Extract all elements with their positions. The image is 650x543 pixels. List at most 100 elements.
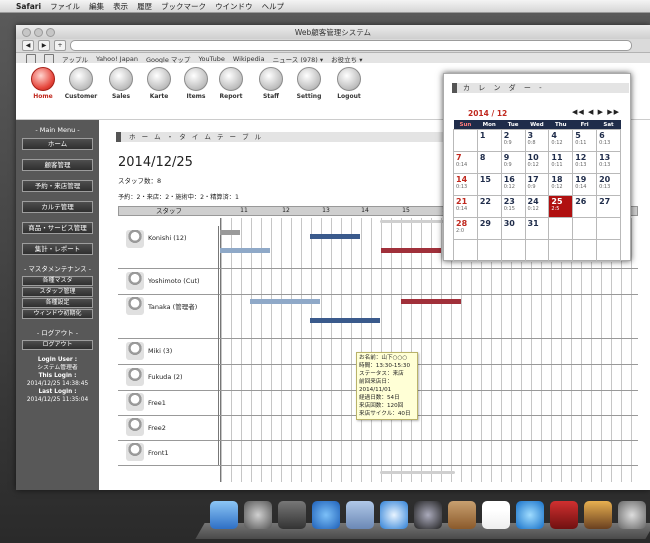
photo-booth-icon[interactable] xyxy=(550,501,578,529)
menu-file[interactable]: ファイル xyxy=(50,1,80,12)
menu-window[interactable]: ウインドウ xyxy=(215,1,253,12)
calendar-day[interactable]: 31 xyxy=(524,217,550,240)
nav-sales[interactable]: Sales xyxy=(104,67,138,100)
calendar-day[interactable]: 10 0:12 xyxy=(524,151,550,174)
calendar-day[interactable]: 8 xyxy=(476,151,502,174)
menu-home-button[interactable]: ホーム xyxy=(22,138,93,150)
menu-view[interactable]: 表示 xyxy=(113,1,128,12)
nav-items[interactable]: Items xyxy=(179,67,213,100)
menu-customer-button[interactable]: 顧客管理 xyxy=(22,159,93,171)
bookmark-useful[interactable]: お役立ち ▾ xyxy=(331,54,362,64)
calendar-day[interactable]: 21 0:14 xyxy=(453,195,478,218)
calendar-day[interactable]: 24 0:12 xyxy=(524,195,550,218)
calendar-day[interactable]: 7 0:14 xyxy=(453,151,478,174)
settings-button[interactable]: 各種設定 xyxy=(22,298,93,308)
appointment-bar[interactable] xyxy=(310,318,380,323)
master-button[interactable]: 各種マスタ xyxy=(22,276,93,286)
calendar-day[interactable]: 17 0:9 xyxy=(524,173,550,196)
menu-bookmarks[interactable]: ブックマーク xyxy=(161,1,206,12)
nav-customer[interactable]: Customer xyxy=(64,67,98,100)
address-bar[interactable] xyxy=(70,40,632,51)
calendar-day[interactable]: 22 xyxy=(476,195,502,218)
calendar-day[interactable]: 20 0:13 xyxy=(596,173,621,196)
staff-name[interactable]: Tanaka (管理者) xyxy=(148,301,197,311)
appointment-bar[interactable] xyxy=(220,230,240,235)
staff-manage-button[interactable]: スタッフ管理 xyxy=(22,287,93,297)
menu-history[interactable]: 履歴 xyxy=(137,1,152,12)
bookmark-apple[interactable]: アップル xyxy=(62,54,88,64)
nav-logout[interactable]: Logout xyxy=(332,67,366,100)
appointment-bar[interactable] xyxy=(220,248,270,253)
iphoto-icon[interactable] xyxy=(584,501,612,529)
calendar-day[interactable]: 4 0:12 xyxy=(548,129,574,152)
staff-name[interactable]: Free2 xyxy=(148,424,166,432)
menu-karte-button[interactable]: カルテ管理 xyxy=(22,201,93,213)
system-preferences-icon[interactable] xyxy=(618,501,646,529)
calendar-day[interactable]: 15 xyxy=(476,173,502,196)
staff-name[interactable]: Free1 xyxy=(148,399,166,407)
calendar-day[interactable]: 11 0:11 xyxy=(548,151,574,174)
menubar-app-name[interactable]: Safari xyxy=(16,2,41,11)
nav-staff[interactable]: Staff xyxy=(254,67,288,100)
launchpad-icon[interactable] xyxy=(244,501,272,529)
back-button[interactable]: ◀ xyxy=(22,40,34,51)
calendar-day[interactable]: 30 xyxy=(500,217,526,240)
menu-edit[interactable]: 編集 xyxy=(89,1,104,12)
bookmark-youtube[interactable]: YouTube xyxy=(198,55,224,63)
nav-home[interactable]: Home xyxy=(26,67,60,100)
staff-name[interactable]: Yoshimoto (Cut) xyxy=(148,277,200,285)
calendar-day[interactable]: 1 xyxy=(476,129,502,152)
calendar-day[interactable]: 2 0:9 xyxy=(500,129,526,152)
menu-report-button[interactable]: 集計・レポート xyxy=(22,243,93,255)
add-bookmark-button[interactable]: + xyxy=(54,40,66,51)
safari-icon[interactable] xyxy=(380,501,408,529)
appointment-bar[interactable] xyxy=(401,299,461,304)
menu-items-button[interactable]: 商品・サービス管理 xyxy=(22,222,93,234)
calendar-app-icon[interactable] xyxy=(482,501,510,529)
timetable-bottom-scrollbar[interactable] xyxy=(380,471,455,474)
calendar-day[interactable]: 14 0:13 xyxy=(453,173,478,196)
appointment-bar[interactable] xyxy=(381,248,441,253)
calendar-day[interactable]: 12 0:13 xyxy=(572,151,598,174)
app-store-icon[interactable] xyxy=(312,501,340,529)
calendar-day[interactable]: 9 0:9 xyxy=(500,151,526,174)
bookmark-google-maps[interactable]: Google マップ xyxy=(146,54,191,64)
appointment-bar[interactable] xyxy=(310,234,360,239)
calendar-day[interactable]: 5 0:11 xyxy=(572,129,598,152)
facetime-icon[interactable] xyxy=(414,501,442,529)
staff-name[interactable]: Miki (3) xyxy=(148,347,172,355)
calendar-day[interactable]: 28 2:0 xyxy=(453,217,478,240)
reading-list-icon[interactable] xyxy=(26,53,36,64)
calendar-day[interactable]: 26 xyxy=(572,195,598,218)
calendar-nav[interactable]: ◀◀ ◀ ▶ ▶▶ xyxy=(572,108,620,116)
calendar-day[interactable]: 19 0:14 xyxy=(572,173,598,196)
calendar-day[interactable]: 23 0:15 xyxy=(500,195,526,218)
appointment-bar[interactable] xyxy=(250,299,320,304)
staff-name[interactable]: Front1 xyxy=(148,449,169,457)
calendar-day[interactable]: 6 0:13 xyxy=(596,129,621,152)
calendar-day[interactable]: 29 xyxy=(476,217,502,240)
contacts-icon[interactable] xyxy=(448,501,476,529)
calendar-day[interactable]: 18 0:12 xyxy=(548,173,574,196)
calendar-day[interactable]: 13 0:13 xyxy=(596,151,621,174)
calendar-day[interactable]: 3 0:8 xyxy=(524,129,550,152)
calendar-day[interactable]: 16 0:12 xyxy=(500,173,526,196)
bookmark-yahoo[interactable]: Yahoo! Japan xyxy=(96,55,138,63)
menu-help[interactable]: ヘルプ xyxy=(262,1,285,12)
bookmark-wikipedia[interactable]: Wikipedia xyxy=(233,55,265,63)
menu-reservation-button[interactable]: 予約・来店管理 xyxy=(22,180,93,192)
logout-button[interactable]: ログアウト xyxy=(22,340,93,350)
grid-icon[interactable] xyxy=(44,53,54,64)
window-reset-button[interactable]: ウィンドウ初期化 xyxy=(22,309,93,319)
itunes-icon[interactable] xyxy=(516,501,544,529)
nav-report[interactable]: Report xyxy=(214,67,248,100)
calendar-day[interactable]: 27 xyxy=(596,195,621,218)
mission-control-icon[interactable] xyxy=(278,501,306,529)
nav-setting[interactable]: Setting xyxy=(292,67,326,100)
forward-button[interactable]: ▶ xyxy=(38,40,50,51)
mail-icon[interactable] xyxy=(346,501,374,529)
staff-name[interactable]: Fukuda (2) xyxy=(148,373,183,381)
nav-karte[interactable]: Karte xyxy=(142,67,176,100)
finder-icon[interactable] xyxy=(210,501,238,529)
bookmark-news[interactable]: ニュース (978) ▾ xyxy=(273,54,324,64)
